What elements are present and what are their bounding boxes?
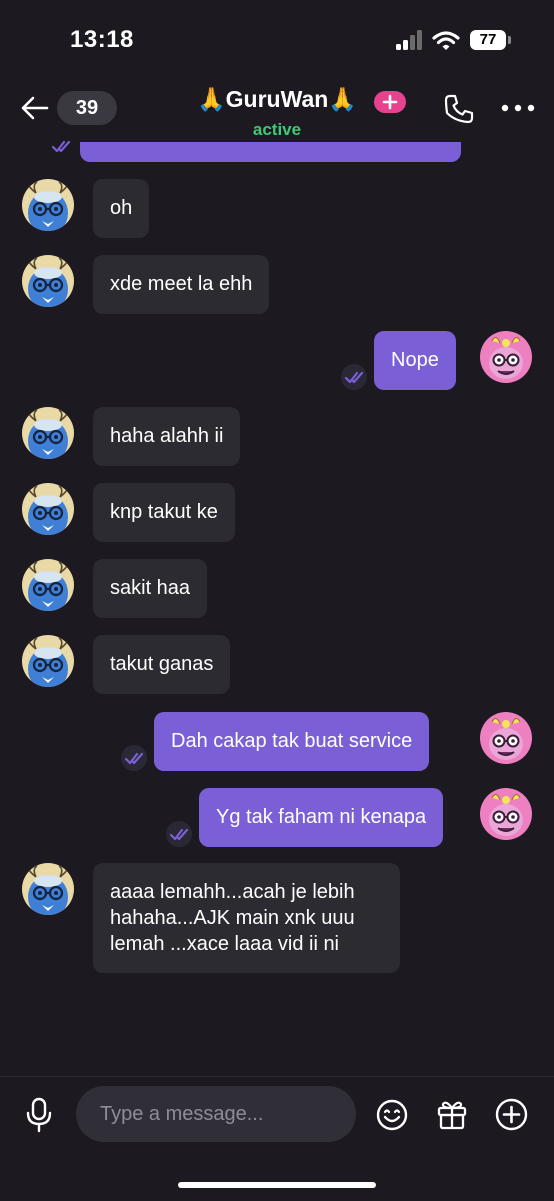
message-text: Dah cakap tak buat service <box>171 730 413 752</box>
read-receipt <box>166 821 192 847</box>
message-bubble-incoming[interactable]: oh <box>93 179 150 238</box>
contact-avatar[interactable] <box>22 559 74 611</box>
message-text: oh <box>110 197 133 219</box>
message-text-line: lemah ...xace laaa vid ii ni <box>110 933 340 955</box>
message-bubble-incoming[interactable]: haha alahh ii <box>93 407 241 466</box>
message-bubble-incoming[interactable]: xde meet la ehh <box>93 255 270 314</box>
my-avatar[interactable] <box>480 788 532 840</box>
unread-count-badge[interactable]: 39 <box>57 91 117 125</box>
contact-avatar[interactable] <box>22 407 74 459</box>
emoji-icon[interactable] <box>376 1099 408 1131</box>
home-indicator <box>178 1182 376 1188</box>
contact-avatar[interactable] <box>22 179 74 231</box>
read-receipt <box>341 364 367 390</box>
more-icon[interactable] <box>501 104 535 112</box>
message-text: knp takut ke <box>110 501 218 523</box>
status-bar: 13:18 77 <box>0 0 554 80</box>
wifi-icon <box>432 31 460 50</box>
message-text: xde meet la ehh <box>110 273 253 295</box>
contact-avatar[interactable] <box>22 635 74 687</box>
phone-icon[interactable] <box>443 93 475 125</box>
message-text-line: hahaha...AJK main xnk uuu <box>110 907 355 929</box>
message-bubble-incoming[interactable]: aaaa lemahh...acah je lebih hahaha...AJK… <box>93 863 400 973</box>
my-avatar[interactable] <box>480 331 532 383</box>
add-icon[interactable] <box>495 1098 528 1131</box>
gift-icon[interactable] <box>436 1098 468 1130</box>
message-text-line: aaaa lemahh...acah je lebih <box>110 881 355 903</box>
message-bubble-outgoing[interactable]: Nope <box>374 331 456 390</box>
message-text: Yg tak faham ni kenapa <box>216 806 427 828</box>
chat-title[interactable]: 🙏GuruWan🙏 <box>197 86 357 112</box>
battery-indicator: 77 <box>470 30 506 50</box>
read-receipt-icon <box>344 371 364 384</box>
message-bubble-incoming[interactable]: sakit haa <box>93 559 208 618</box>
back-arrow-icon[interactable] <box>20 93 50 123</box>
message-bubble-outgoing[interactable]: Dah cakap tak buat service <box>154 712 430 771</box>
plus-badge[interactable] <box>374 91 406 113</box>
message-text: sakit haa <box>110 577 191 599</box>
read-receipt <box>121 745 147 771</box>
microphone-icon[interactable] <box>24 1097 54 1133</box>
presence-status: active <box>252 120 302 139</box>
contact-avatar[interactable] <box>22 483 74 535</box>
message-text: Nope <box>391 349 439 371</box>
contact-avatar[interactable] <box>22 255 74 307</box>
read-receipt-icon <box>169 828 189 841</box>
message-bubble-outgoing[interactable]: Yg tak faham ni kenapa <box>199 788 444 847</box>
plus-icon <box>382 94 398 110</box>
contact-avatar[interactable] <box>22 863 74 915</box>
message-text: takut ganas <box>110 653 214 675</box>
message-bubble-incoming[interactable]: knp takut ke <box>93 483 235 542</box>
battery-tip <box>508 36 511 44</box>
signal-icon <box>396 30 422 50</box>
my-avatar[interactable] <box>480 712 532 764</box>
message-input[interactable] <box>76 1086 356 1142</box>
read-receipt-icon <box>124 752 144 765</box>
chat-title-wrap[interactable]: 🙏GuruWan🙏 <box>140 86 414 113</box>
status-time: 13:18 <box>70 26 134 53</box>
message-bubble-incoming[interactable]: takut ganas <box>93 635 231 694</box>
message-text: haha alahh ii <box>110 425 224 447</box>
read-receipt-icon <box>51 140 71 153</box>
partial-message-bubble[interactable] <box>80 142 461 162</box>
